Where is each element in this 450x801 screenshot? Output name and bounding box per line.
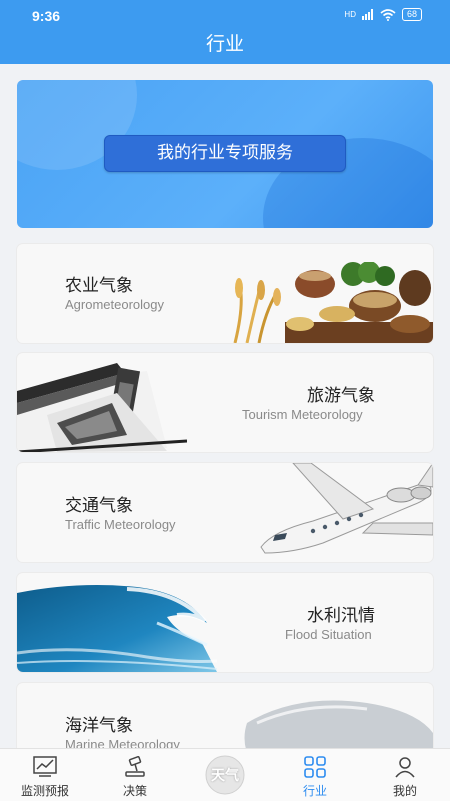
card-subtitle: Agrometeorology: [65, 297, 164, 312]
card-subtitle: Traffic Meteorology: [65, 517, 176, 532]
ancient-building-image: [17, 363, 187, 452]
card-title: 农业气象: [65, 276, 133, 296]
card-subtitle: Tourism Meteorology: [242, 407, 363, 422]
tab-mine[interactable]: 我的: [360, 749, 450, 801]
tab-label: 监测预报: [20, 784, 69, 798]
user-icon: [395, 757, 415, 778]
page-title: 行业: [205, 33, 244, 55]
page-title-bar: 行业: [0, 32, 450, 64]
tab-label: 行业: [302, 784, 327, 798]
tab-label: 决策: [122, 784, 147, 798]
grid-icon: [304, 756, 326, 778]
status-icons: HD 68: [344, 8, 422, 21]
card-agrometeorology[interactable]: 农业气象 Agrometeorology: [17, 244, 433, 343]
bottom-tab-bar: 监测预报 决策 天气 行业 我的: [0, 748, 450, 801]
card-title: 交通气象: [65, 496, 133, 516]
network-label: HD: [344, 10, 356, 19]
status-time: 9:36: [32, 8, 61, 24]
wifi-icon: [380, 8, 396, 21]
card-title: 水利汛情: [307, 606, 375, 626]
ocean-wave-image: [17, 585, 217, 672]
card-traffic-meteorology[interactable]: 交通气象 Traffic Meteorology: [17, 463, 433, 562]
grain-produce-image: [233, 262, 433, 343]
my-industry-service-button[interactable]: 我的行业专项服务: [104, 135, 346, 172]
tab-decision[interactable]: 决策: [90, 749, 180, 801]
weather-logo-text: 天气: [211, 768, 239, 784]
gavel-icon: [125, 756, 145, 777]
tab-industry[interactable]: 行业: [270, 749, 360, 801]
card-flood-situation[interactable]: 水利汛情 Flood Situation: [17, 573, 433, 672]
card-title: 海洋气象: [65, 716, 133, 736]
tab-weather[interactable]: 天气: [180, 749, 270, 801]
signal-icon: [361, 9, 373, 20]
jet-airplane-image: [260, 463, 433, 554]
card-tourism-meteorology[interactable]: 旅游气象 Tourism Meteorology: [17, 353, 433, 452]
card-title: 旅游气象: [307, 386, 375, 406]
status-bar: 9:36 HD 68: [0, 0, 450, 32]
battery-indicator: 68: [401, 8, 422, 21]
industry-banner[interactable]: 我的行业专项服务: [17, 80, 433, 228]
chart-icon: [33, 756, 57, 777]
tab-label: 我的: [392, 784, 417, 798]
tab-monitoring-forecast[interactable]: 监测预报: [0, 749, 90, 801]
card-subtitle: Flood Situation: [285, 627, 372, 642]
